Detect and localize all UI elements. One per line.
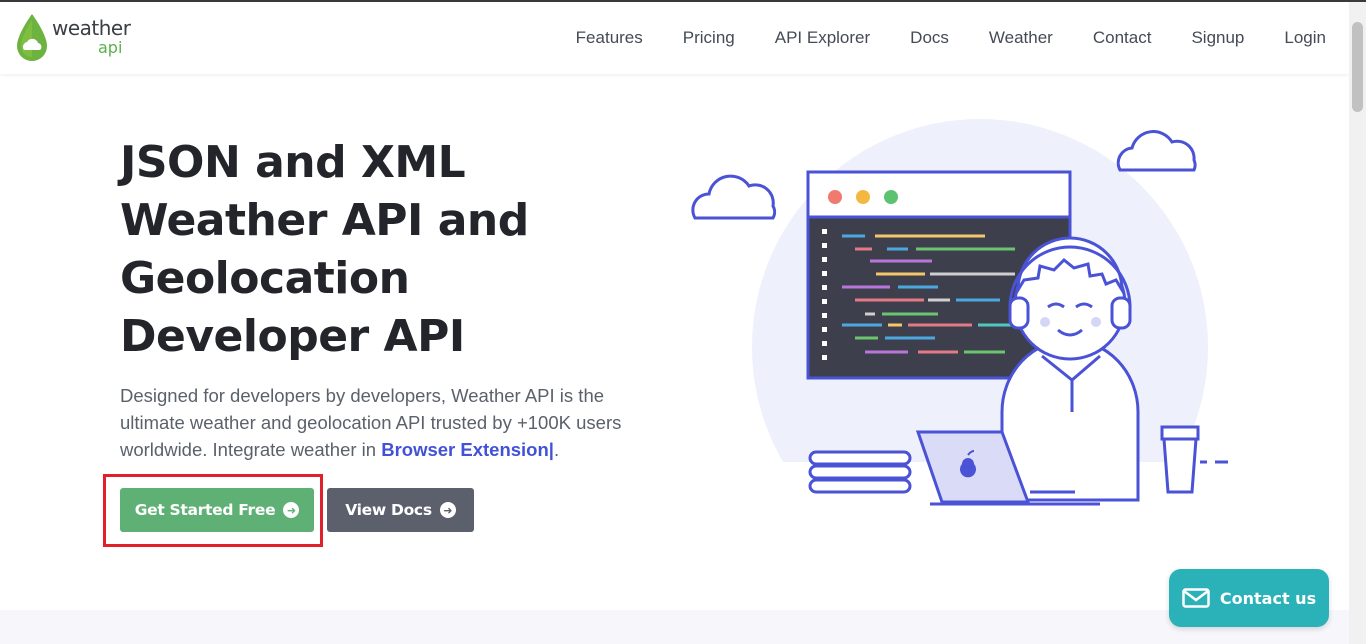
nav-contact[interactable]: Contact	[1093, 28, 1152, 48]
hero-highlight: Browser Extension|	[381, 439, 554, 460]
scrollbar-thumb[interactable]	[1352, 22, 1363, 112]
hero-description: Designed for developers by developers, W…	[120, 382, 655, 463]
next-section-band	[0, 610, 1349, 644]
envelope-icon	[1182, 588, 1210, 608]
view-docs-label: View Docs	[345, 501, 432, 519]
contact-us-button[interactable]: Contact us	[1169, 569, 1329, 627]
hero-description-end: .	[553, 439, 560, 460]
drop-cloud-icon	[17, 14, 47, 61]
arrow-circle-right-icon: ➜	[439, 502, 456, 518]
nav-login[interactable]: Login	[1284, 28, 1326, 48]
developer-illustration	[680, 119, 1240, 532]
view-docs-button[interactable]: View Docs ➜	[327, 488, 474, 532]
page-scrollbar[interactable]	[1349, 2, 1366, 644]
annotation-highlight-box	[103, 474, 323, 547]
logo-sub: api	[98, 38, 123, 57]
contact-us-label: Contact us	[1219, 588, 1317, 608]
nav-weather[interactable]: Weather	[989, 28, 1053, 48]
nav-docs[interactable]: Docs	[910, 28, 949, 48]
hero-title: JSON and XML Weather API and Geolocation…	[120, 137, 529, 362]
weatherapi-logo[interactable]: weather api	[14, 10, 134, 66]
nav-pricing[interactable]: Pricing	[683, 28, 735, 48]
logo-word: weather	[52, 16, 131, 40]
nav-features[interactable]: Features	[576, 28, 643, 48]
nav-signup[interactable]: Signup	[1191, 28, 1244, 48]
nav-api-explorer[interactable]: API Explorer	[775, 28, 870, 48]
site-header: weather api Features Pricing API Explore…	[0, 2, 1349, 74]
main-nav: Features Pricing API Explorer Docs Weath…	[576, 2, 1326, 74]
